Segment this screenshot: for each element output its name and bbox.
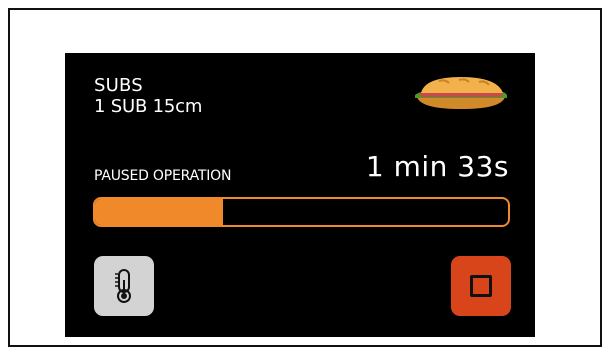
device-frame: SUBS 1 SUB 15cm PAUSED OPERATION 1 min 3… [8, 8, 602, 347]
temperature-button[interactable] [94, 256, 154, 316]
product-item: 1 SUB 15cm [94, 96, 203, 117]
product-category: SUBS [94, 75, 143, 96]
stop-icon [470, 275, 492, 297]
thermometer-icon [115, 269, 131, 303]
sandwich-icon [415, 77, 507, 109]
operation-status: PAUSED OPERATION [94, 168, 232, 184]
progress-fill [95, 199, 224, 225]
stop-button[interactable] [451, 256, 511, 316]
progress-bar [93, 197, 510, 227]
oven-screen: SUBS 1 SUB 15cm PAUSED OPERATION 1 min 3… [65, 53, 535, 337]
remaining-time: 1 min 33s [365, 150, 509, 183]
